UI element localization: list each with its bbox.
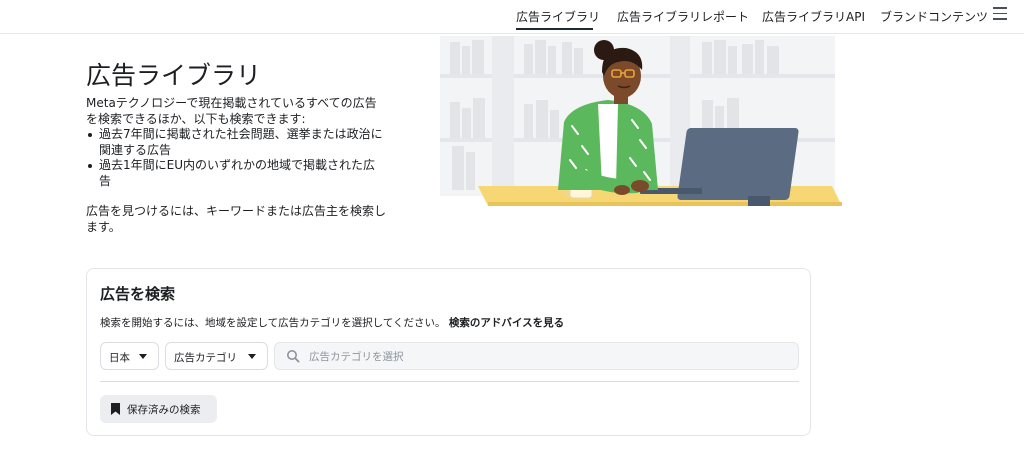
country-select-value: 日本 — [109, 352, 130, 364]
page-title: 広告ライブラリ — [86, 61, 262, 90]
hero-tip: 広告を見つけるには、キーワードまたは広告主を検索します。 — [86, 204, 387, 234]
search-box[interactable] — [274, 342, 799, 370]
country-select[interactable]: 日本 — [100, 342, 159, 370]
top-navigation: 広告ライブラリ 広告ライブラリレポート 広告ライブラリAPI ブランドコンテンツ — [0, 0, 1024, 34]
caret-down-icon — [248, 354, 256, 359]
nav-ad-library[interactable]: 広告ライブラリ — [516, 8, 600, 25]
hero-illustration — [432, 36, 842, 208]
search-help-label: 検索を開始するには、地域を設定して広告カテゴリを選択してください。 — [100, 317, 446, 329]
search-icon — [287, 350, 300, 363]
search-card-title: 広告を検索 — [100, 285, 176, 303]
nav-branded-content[interactable]: ブランドコンテンツ — [880, 8, 988, 25]
saved-searches-button[interactable]: 保存済みの検索 — [100, 395, 217, 423]
divider — [100, 381, 799, 382]
search-card: 広告を検索 検索を開始するには、地域を設定して広告カテゴリを選択してください。 … — [86, 268, 811, 436]
hero-description: Metaテクノロジーで現在掲載されているすべての広告を検索できるほか、以下も検索… — [86, 96, 377, 126]
caret-down-icon — [139, 354, 147, 359]
search-help-text: 検索を開始するには、地域を設定して広告カテゴリを選択してください。 検索のアドバ… — [100, 315, 564, 330]
search-tips-link[interactable]: 検索のアドバイスを見る — [449, 317, 564, 329]
hamburger-menu-icon[interactable] — [993, 7, 1007, 21]
hero-bullet: 過去1年間にEU内のいずれかの地域で掲載された広告 — [86, 158, 386, 189]
hero-bullet-list: 過去7年間に掲載された社会問題、選挙または政治に関連する広告 過去1年間にEU内… — [86, 127, 386, 189]
ad-category-select[interactable]: 広告カテゴリ — [165, 342, 268, 370]
bookmark-icon — [111, 403, 120, 415]
nav-ad-library-api[interactable]: 広告ライブラリAPI — [762, 8, 865, 25]
search-input[interactable] — [309, 347, 789, 367]
ad-category-select-value: 広告カテゴリ — [174, 352, 237, 364]
saved-searches-label: 保存済みの検索 — [127, 404, 201, 416]
nav-ad-library-report[interactable]: 広告ライブラリレポート — [617, 8, 749, 25]
hero-bullet: 過去7年間に掲載された社会問題、選挙または政治に関連する広告 — [86, 127, 386, 158]
active-tab-indicator — [516, 28, 593, 30]
